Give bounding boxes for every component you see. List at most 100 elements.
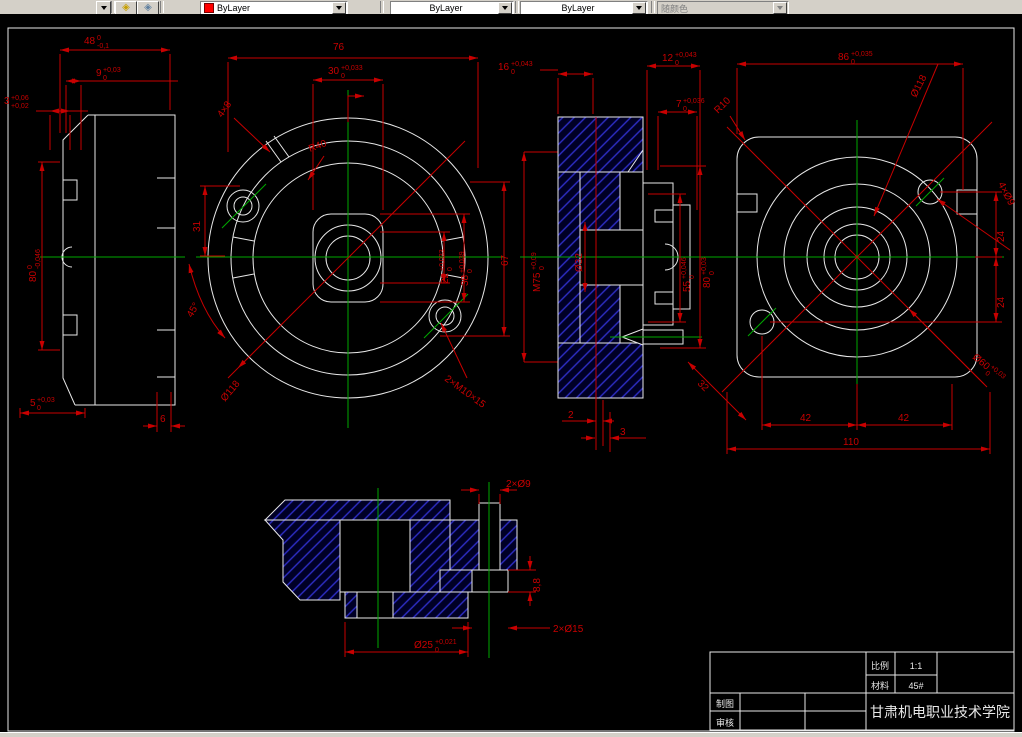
dim-lower-tol: 0 [539,266,546,270]
dim-24a: 24 [996,230,1007,242]
dim-main: 24 [996,230,1007,242]
dim-main: M75 [532,272,543,292]
dim-upper-tol: +0,043 [675,52,697,59]
dim-main: 67 [500,254,511,266]
red-color-swatch-icon [204,3,214,13]
linetype-control-combo[interactable]: ByLayer [390,1,514,15]
dim-main: R40 [307,138,328,155]
dim-main: 80 [28,270,39,282]
properties-toolbar: ◈ ◈ ByLayer ByLayer ByLayer 随颜色 [0,0,1022,15]
combo-arrow-button[interactable] [332,2,346,14]
view-5-bottom-section-view: 2×Ø9 8,8 2×Ø15 Ø25 +0,0210 [263,479,584,658]
dim-67: 67 [500,254,511,266]
dim-dia118b: Ø118 [909,73,930,100]
dim-lower-tol: -0,1 [97,43,109,50]
dim-lower-tol: 0 [511,69,515,76]
dim-main: Ø118 [909,73,930,100]
dim-48: 48 0-0,1 [84,35,109,50]
dim-main: Ø118 [219,378,243,404]
sheet-frame [7,27,1015,732]
dim-5: 5 +0,030 [30,397,55,412]
cad-application-window: ◈ ◈ ByLayer ByLayer ByLayer 随颜色 48 0 -0,… [0,0,1022,737]
toolbar-separator [380,1,384,13]
dim-main: 22 [440,272,451,284]
dim-main: 16 [498,62,510,73]
status-bar-strip [0,732,1022,737]
combo-arrow-button[interactable] [498,2,512,14]
dim-upper-tol: 0 [97,35,101,42]
dim-main: R10 [712,95,733,116]
dim-2xdia9: 2×Ø9 [506,479,531,490]
dim-main: Ø25 [414,640,433,651]
dim-R10: R10 [712,95,733,116]
dim-upper-tol: +0,03 [37,397,55,404]
dim-upper-tol: +0,03 [989,364,1007,381]
dim-main: 30 [328,66,340,77]
view-2-front-view: 76 30 +0,0330 4×8 R40 31 45° Ø118 22+0,03… [185,42,560,428]
dim-R40: R40 [307,138,328,155]
dim-upper-tol: +0,046 [681,257,688,279]
dim-9: 9 +0,030 [96,67,121,82]
dim-main: 24 [996,296,1007,308]
organization-name: 甘肃机电职业技术学院 [870,704,1010,720]
chevron-down-icon [502,6,508,10]
model-space-canvas[interactable]: 48 0 -0,1 9 +0,03 0 3 +0,06 +0,02 80 0 -0,046 5 +… [0,14,1022,732]
dim-upper-tol: 0 [27,265,34,269]
dim-M75: M75 +0,09 0 [531,252,546,292]
title-block: 比例 1:1 材料 45# 制图 审核 甘肃机电职业技术学院 [709,651,1015,731]
dim-main: 12 [662,53,674,64]
dim-upper-tol: +0,035 [851,51,873,58]
material-label: 材料 [871,680,889,691]
dim-lower-tol: 0 [447,267,454,271]
material-value: 45# [908,681,923,691]
color-combo-value: ByLayer [217,3,251,13]
dim-lower-tol: 0 [689,275,696,279]
dim-lower-tol: 0 [341,73,345,80]
lineweight-control-combo[interactable]: ByLayer [520,1,648,15]
dim-upper-tol: +0,021 [435,639,457,646]
dim-lower-tol: 0 [435,647,439,654]
dim-76: 76 [333,42,345,53]
dim-24b: 24 [996,296,1007,308]
dim-dia32: Ø32 [574,253,585,272]
dim-upper-tol: +0,033 [341,65,363,72]
dim-2xdia15: 2×Ø15 [553,624,584,635]
dim-38: 38+0,039 0 [459,251,474,286]
dim-80b: 80+0,03 0 [701,257,716,288]
combo-arrow-button [773,2,787,14]
dim-main: 4×8 [215,99,234,120]
view-4-flange-view: 86 +0,0350 Ø118 R10 4×Ø9 24 24 32 Ø60+0,0… [687,51,1017,454]
dim-22: 22+0,033 0 [439,249,454,284]
layer-previous-button[interactable]: ◈ [137,1,159,15]
dim-lower-tol: 0 [683,106,687,113]
dim-2: 2 [568,410,574,421]
chevron-down-icon [100,6,107,10]
dim-lower-tol: 0 [709,271,716,275]
dim-main: 45° [185,301,202,320]
color-control-combo[interactable]: ByLayer [200,1,348,15]
dim-3: 3 [620,427,626,438]
dim-32c: 32 [695,378,711,394]
dim-lower-tol: 0 [467,269,474,273]
scale-label: 比例 [871,660,889,671]
combo-dropdown-fragment[interactable] [96,1,111,15]
dim-main: 48 [84,36,96,47]
dim-45deg: 45° [185,301,202,320]
dim-31: 31 [192,220,203,232]
dim-main: 55 [682,280,693,292]
chevron-down-icon [777,6,783,10]
plotstyle-control-combo: 随颜色 [657,1,789,15]
dim-upper-tol: +0,03 [701,257,708,275]
dim-main: 86 [838,52,850,63]
make-object-layer-current-button[interactable]: ◈ [115,1,137,15]
combo-arrow-button[interactable] [632,2,646,14]
dim-dia118: Ø118 [219,378,243,404]
chevron-down-icon [636,6,642,10]
dim-80: 800 -0,046 [27,249,42,282]
make-layer-current-icon: ◈ [122,2,130,13]
dim-dia60: Ø60+0,030 [970,352,1007,381]
dim-main: 9 [96,68,102,79]
dim-main: 3 [4,96,10,107]
dim-110: 110 [843,437,859,448]
layer-previous-icon: ◈ [144,2,152,13]
